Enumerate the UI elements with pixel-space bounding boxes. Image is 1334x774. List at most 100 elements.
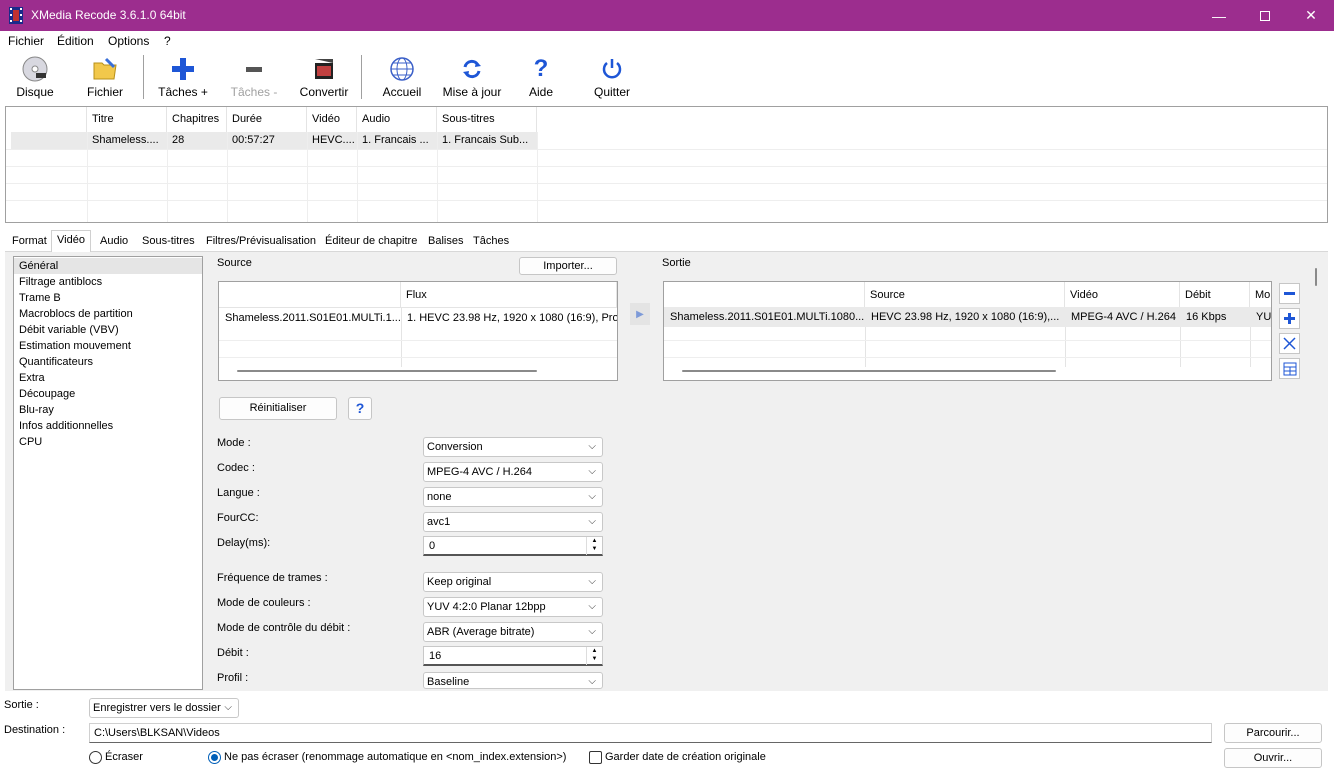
settings-category-list[interactable]: Général Filtrage antiblocs Trame B Macro… (13, 256, 203, 690)
menu-file[interactable]: Fichier (8, 34, 44, 48)
list-item[interactable]: Blu-ray (14, 402, 202, 418)
keep-date-checkbox[interactable] (589, 751, 602, 764)
overwrite-radio[interactable] (89, 751, 102, 764)
list-item[interactable]: Débit variable (VBV) (14, 322, 202, 338)
tab-tasks[interactable]: Tâches (468, 232, 514, 251)
column-header[interactable] (664, 282, 865, 308)
file-button[interactable]: Fichier (80, 51, 130, 103)
profile-select[interactable]: Baseline ⌵ (423, 672, 603, 689)
column-header[interactable] (219, 282, 401, 308)
table-row[interactable]: Shameless.... 28 00:57:27 HEVC.... 1. Fr… (11, 132, 537, 149)
convert-button[interactable]: Convertir (296, 51, 352, 103)
column-header-bitrate[interactable]: Débit (1180, 282, 1250, 308)
tab-tags[interactable]: Balises (423, 232, 468, 251)
rate-control-select[interactable]: ABR (Average bitrate) ⌵ (423, 622, 603, 642)
color-mode-select[interactable]: YUV 4:2:0 Planar 12bpp ⌵ (423, 597, 603, 617)
calculator-button[interactable] (1279, 358, 1300, 379)
delay-label: Delay(ms): (217, 537, 271, 549)
column-header-video[interactable]: Vidéo (1065, 282, 1180, 308)
col-line (865, 327, 866, 367)
list-item[interactable]: Trame B (14, 290, 202, 306)
home-button[interactable]: Accueil (377, 51, 427, 103)
close-button[interactable]: ✕ (1288, 0, 1334, 31)
list-item[interactable]: Macroblocs de partition (14, 306, 202, 322)
toolbar-separator (361, 55, 362, 99)
row-line (219, 357, 617, 358)
framerate-label: Fréquence de trames : (217, 572, 328, 584)
column-header-mode[interactable]: Mo (1250, 282, 1271, 308)
remove-stream-button[interactable] (1279, 283, 1300, 304)
framerate-select[interactable]: Keep original ⌵ (423, 572, 603, 592)
bitrate-stepper[interactable]: 16 ▲ ▼ (423, 646, 603, 666)
column-header-audio[interactable]: Audio (357, 107, 437, 132)
cell-title: Shameless.... (92, 134, 159, 146)
tab-audio[interactable]: Audio (95, 232, 133, 251)
tab-video[interactable]: Vidéo (51, 230, 91, 252)
list-item[interactable]: Infos additionnelles (14, 418, 202, 434)
spin-arrows-icon[interactable]: ▲ ▼ (586, 647, 602, 665)
add-output-button[interactable] (1279, 308, 1300, 329)
list-item[interactable]: Découpage (14, 386, 202, 402)
file-list[interactable]: Titre Chapitres Durée Vidéo Audio Sous-t… (5, 106, 1328, 223)
menu-edit[interactable]: Édition (57, 34, 94, 48)
column-header-video[interactable]: Vidéo (307, 107, 357, 132)
menu-options[interactable]: Options (108, 34, 149, 48)
horizontal-scrollbar[interactable] (682, 370, 1056, 372)
help-button[interactable]: ? Aide (518, 51, 564, 103)
no-overwrite-radio[interactable] (208, 751, 221, 764)
remove-task-button[interactable]: Tâches - (226, 51, 282, 103)
browse-button[interactable]: Parcourir... (1224, 723, 1322, 743)
add-task-button[interactable]: Tâches + (155, 51, 211, 103)
column-header-title[interactable]: Titre (87, 107, 167, 132)
table-row[interactable]: Shameless.2011.S01E01.MULTi.1080... HEVC… (664, 307, 1271, 327)
column-header-subtitles[interactable]: Sous-titres (437, 107, 537, 132)
rate-control-label: Mode de contrôle du débit : (217, 622, 351, 634)
add-stream-button[interactable]: ▶ (630, 303, 650, 325)
list-item[interactable]: Filtrage antiblocs (14, 274, 202, 290)
column-header-stream[interactable]: Flux (401, 282, 617, 308)
open-button[interactable]: Ouvrir... (1224, 748, 1322, 768)
row-line (6, 183, 1327, 184)
import-button[interactable]: Importer... (519, 257, 617, 275)
vertical-scrollbar[interactable] (1315, 268, 1317, 286)
destination-input[interactable]: C:\Users\BLKSAN\Videos (89, 723, 1212, 743)
source-stream-table[interactable]: Flux Shameless.2011.S01E01.MULTi.1... 1.… (218, 281, 618, 381)
codec-select[interactable]: MPEG-4 AVC / H.264 ⌵ (423, 462, 603, 482)
col-line (537, 132, 538, 222)
chevron-down-icon: ⌵ (224, 702, 232, 713)
plus-icon (172, 58, 194, 80)
list-item[interactable]: Estimation mouvement (14, 338, 202, 354)
output-stream-table[interactable]: Source Vidéo Débit Mo Shameless.2011.S01… (663, 281, 1272, 381)
list-item[interactable]: Général (14, 258, 202, 274)
tab-chapter-editor[interactable]: Éditeur de chapitre (320, 232, 422, 251)
tab-format[interactable]: Format (7, 232, 52, 251)
quit-button[interactable]: Quitter (587, 51, 637, 103)
table-row[interactable]: Shameless.2011.S01E01.MULTi.1... 1. HEVC… (219, 307, 617, 327)
disc-button[interactable]: Disque (10, 51, 60, 103)
column-header-chapters[interactable]: Chapitres (167, 107, 227, 132)
minimize-button[interactable]: — (1196, 0, 1242, 31)
help-question-button[interactable]: ? (348, 397, 372, 420)
mode-select[interactable]: Conversion ⌵ (423, 437, 603, 457)
delay-stepper[interactable]: 0 ▲ ▼ (423, 536, 603, 556)
list-item[interactable]: CPU (14, 434, 202, 450)
list-item[interactable]: Extra (14, 370, 202, 386)
output-mode-select[interactable]: Enregistrer vers le dossier ⌵ (89, 698, 239, 718)
reset-button[interactable]: Réinitialiser (219, 397, 337, 420)
horizontal-scrollbar[interactable] (237, 370, 537, 372)
update-button[interactable]: Mise à jour (439, 51, 505, 103)
fourcc-select[interactable]: avc1 ⌵ (423, 512, 603, 532)
column-header-duration[interactable]: Durée (227, 107, 307, 132)
language-select[interactable]: none ⌵ (423, 487, 603, 507)
tab-filters[interactable]: Filtres/Prévisualisation (201, 232, 321, 251)
column-header[interactable] (6, 107, 87, 132)
menu-help[interactable]: ? (164, 34, 171, 48)
column-header-source[interactable]: Source (865, 282, 1065, 308)
list-item[interactable]: Quantificateurs (14, 354, 202, 370)
maximize-button[interactable] (1242, 0, 1288, 31)
delete-output-button[interactable] (1279, 333, 1300, 354)
tab-subtitles[interactable]: Sous-titres (137, 232, 200, 251)
spin-arrows-icon[interactable]: ▲ ▼ (586, 537, 602, 555)
cell-duration: 00:57:27 (232, 134, 275, 146)
close-icon: ✕ (1305, 7, 1317, 23)
